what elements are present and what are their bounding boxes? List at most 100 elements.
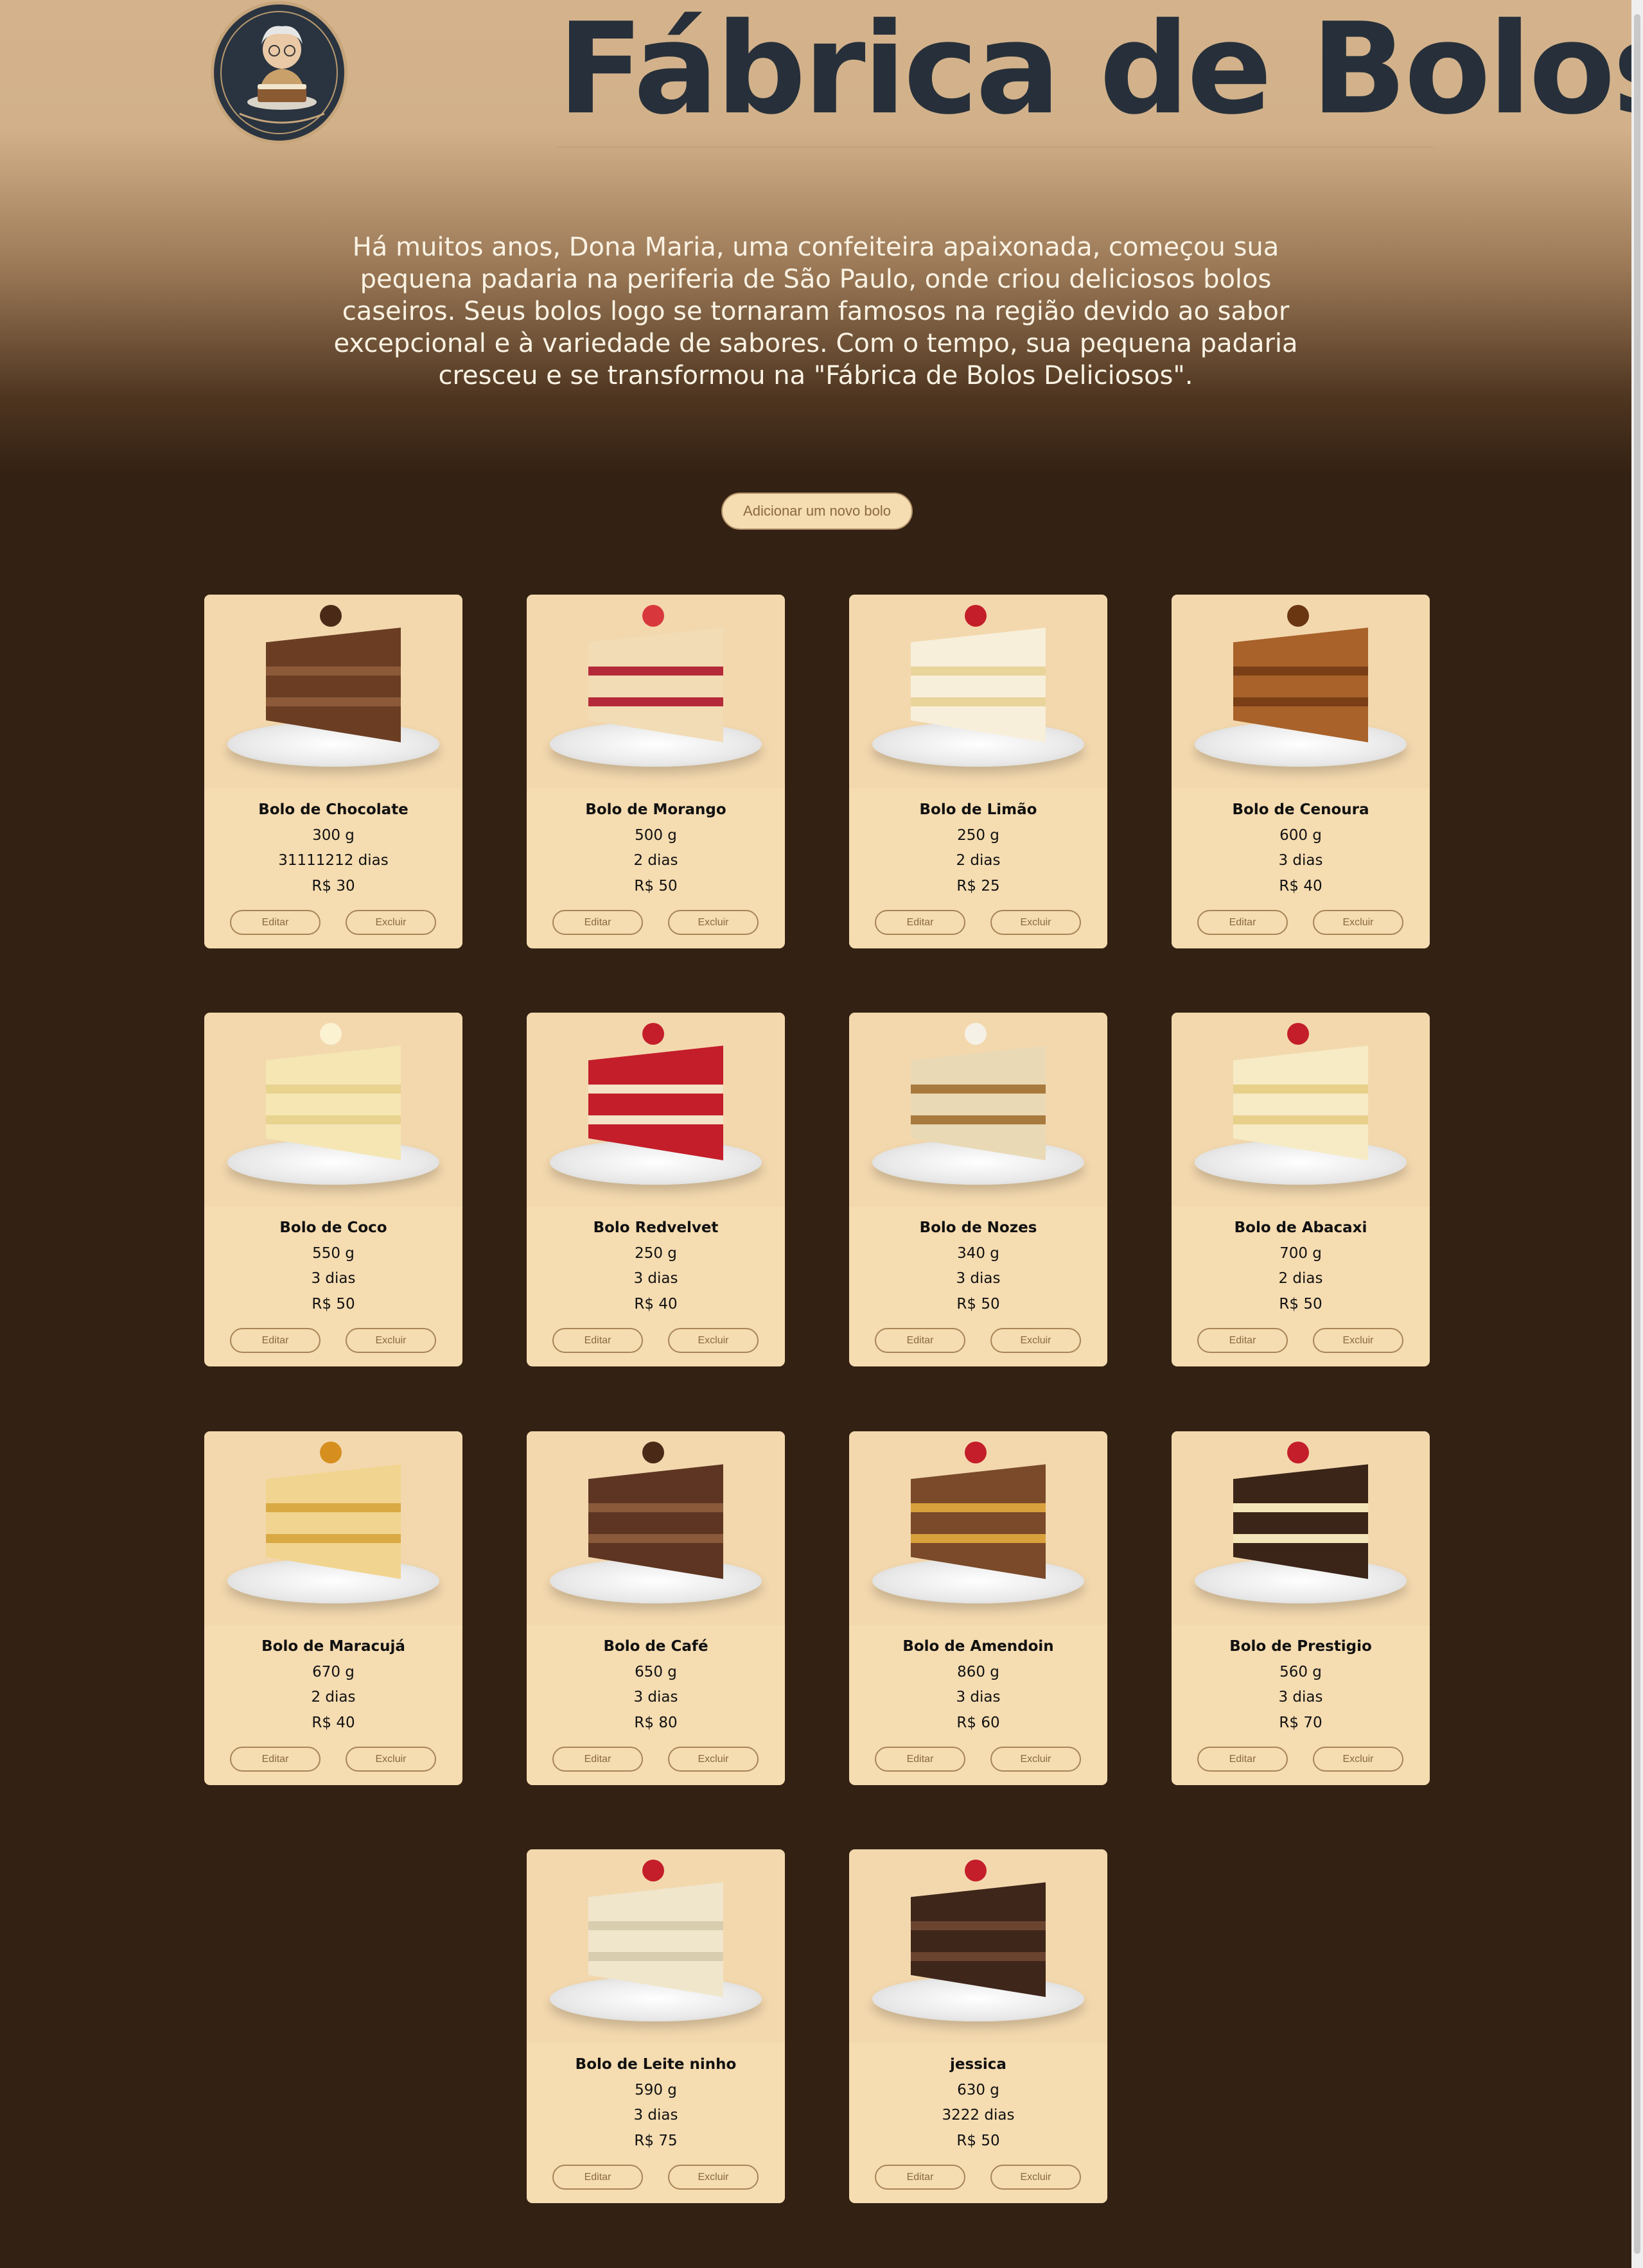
cake-layer-shape: [588, 1085, 723, 1094]
delete-button[interactable]: Excluir: [668, 910, 759, 935]
cake-validity: 3 dias: [311, 1270, 356, 1287]
cake-image: [204, 1431, 462, 1625]
cake-image: [849, 595, 1107, 789]
cake-price: R$ 50: [634, 878, 678, 894]
cake-topper-shape: [965, 1442, 987, 1463]
hero-section: Fábrica de Bolos Há muitos anos, Dona Ma…: [0, 0, 1643, 475]
delete-button[interactable]: Excluir: [1313, 1328, 1403, 1353]
cake-weight: 670 g: [312, 1664, 355, 1680]
edit-button[interactable]: Editar: [230, 1328, 321, 1353]
cake-layer-shape: [588, 1952, 723, 1961]
delete-button[interactable]: Excluir: [668, 1328, 759, 1353]
title-divider: [558, 146, 1434, 148]
cake-image: [527, 1013, 785, 1207]
cake-card: Bolo de Morango 500 g 2 dias R$ 50 Editar Exc…: [527, 595, 785, 948]
cake-card: jessica 630 g 3222 dias R$ 50 Editar Excluir: [849, 1849, 1107, 2203]
cake-name: Bolo de Maracujá: [261, 1638, 405, 1655]
cake-card: Bolo de Amendoin 860 g 3 dias R$ 60 Editar Ex…: [849, 1431, 1107, 1785]
delete-button[interactable]: Excluir: [990, 1747, 1081, 1772]
cake-card: Bolo de Leite ninho 590 g 3 dias R$ 75 Edita…: [527, 1849, 785, 2203]
cake-layer-shape: [911, 1115, 1046, 1124]
cake-layer-shape: [588, 697, 723, 706]
cake-card: Bolo de Abacaxi 700 g 2 dias R$ 50 Editar Exc…: [1172, 1013, 1430, 1366]
cake-layer-shape: [588, 1534, 723, 1543]
edit-button[interactable]: Editar: [230, 1747, 321, 1772]
cake-image: [204, 1013, 462, 1207]
cake-name: Bolo de Café: [603, 1638, 708, 1655]
delete-button[interactable]: Excluir: [990, 910, 1081, 935]
edit-button[interactable]: Editar: [875, 1328, 965, 1353]
delete-button[interactable]: Excluir: [990, 1328, 1081, 1353]
delete-button[interactable]: Excluir: [346, 1747, 436, 1772]
cake-validity: 2 dias: [956, 852, 1001, 869]
cake-name: Bolo de Limão: [919, 801, 1037, 818]
cake-topper-shape: [642, 1023, 664, 1045]
edit-button[interactable]: Editar: [1197, 1747, 1288, 1772]
cake-layer-shape: [266, 1503, 401, 1512]
cake-topper-shape: [965, 1860, 987, 1881]
cake-validity: 31111212 dias: [278, 852, 389, 869]
baker-grandma-logo-icon: [211, 1, 347, 144]
cake-card: Bolo de Café 650 g 3 dias R$ 80 Editar Exclui…: [527, 1431, 785, 1785]
cake-validity: 2 dias: [1278, 1270, 1323, 1287]
cake-validity: 3 dias: [1278, 852, 1323, 869]
edit-button[interactable]: Editar: [552, 2165, 643, 2190]
cake-card: Bolo de Cenoura 600 g 3 dias R$ 40 Editar Exc…: [1172, 595, 1430, 948]
cake-weight: 300 g: [312, 827, 355, 844]
cake-layer-shape: [911, 1503, 1046, 1512]
cake-name: Bolo Redvelvet: [593, 1219, 719, 1236]
cake-validity: 3 dias: [633, 1689, 678, 1705]
cake-topper-shape: [1287, 605, 1309, 627]
delete-button[interactable]: Excluir: [346, 1328, 436, 1353]
cake-weight: 590 g: [635, 2082, 677, 2098]
add-cake-button[interactable]: Adicionar um novo bolo: [721, 493, 913, 530]
edit-button[interactable]: Editar: [552, 910, 643, 935]
cake-weight: 250 g: [957, 827, 999, 844]
cake-validity: 3 dias: [633, 2107, 678, 2124]
cake-layer-shape: [1233, 697, 1368, 706]
cake-weight: 500 g: [635, 827, 677, 844]
cake-name: Bolo de Cenoura: [1232, 801, 1369, 818]
edit-button[interactable]: Editar: [875, 910, 965, 935]
cake-weight: 700 g: [1279, 1245, 1322, 1262]
delete-button[interactable]: Excluir: [668, 2165, 759, 2190]
cake-image: [204, 595, 462, 789]
cake-price: R$ 60: [956, 1714, 1000, 1731]
edit-button[interactable]: Editar: [552, 1747, 643, 1772]
cake-validity: 3 dias: [633, 1270, 678, 1287]
scrollbar-thumb[interactable]: [1634, 14, 1640, 2254]
delete-button[interactable]: Excluir: [990, 2165, 1081, 2190]
page-scrollbar[interactable]: [1631, 0, 1643, 2268]
cake-image: [1172, 595, 1430, 789]
delete-button[interactable]: Excluir: [346, 910, 436, 935]
cake-layer-shape: [588, 1503, 723, 1512]
cake-validity: 3 dias: [956, 1689, 1001, 1705]
edit-button[interactable]: Editar: [1197, 1328, 1288, 1353]
cake-weight: 550 g: [312, 1245, 355, 1262]
cake-image: [527, 1849, 785, 2043]
cake-layer-shape: [1233, 1503, 1368, 1512]
delete-button[interactable]: Excluir: [1313, 1747, 1403, 1772]
cake-topper-shape: [320, 1023, 342, 1045]
edit-button[interactable]: Editar: [875, 1747, 965, 1772]
cake-price: R$ 80: [634, 1714, 678, 1731]
cake-layer-shape: [1233, 1534, 1368, 1543]
delete-button[interactable]: Excluir: [1313, 910, 1403, 935]
edit-button[interactable]: Editar: [875, 2165, 965, 2190]
edit-button[interactable]: Editar: [552, 1328, 643, 1353]
cake-weight: 650 g: [635, 1664, 677, 1680]
cake-weight: 860 g: [957, 1664, 999, 1680]
cake-layer-shape: [911, 1534, 1046, 1543]
cake-topper-shape: [320, 1442, 342, 1463]
cake-validity: 2 dias: [311, 1689, 356, 1705]
edit-button[interactable]: Editar: [230, 910, 321, 935]
edit-button[interactable]: Editar: [1197, 910, 1288, 935]
cake-image: [1172, 1013, 1430, 1207]
cake-name: Bolo de Leite ninho: [575, 2056, 737, 2073]
cake-image: [527, 1431, 785, 1625]
cake-layer-shape: [911, 1921, 1046, 1930]
cake-card: Bolo de Nozes 340 g 3 dias R$ 50 Editar Exclu…: [849, 1013, 1107, 1366]
delete-button[interactable]: Excluir: [668, 1747, 759, 1772]
cake-validity: 3 dias: [956, 1270, 1001, 1287]
cake-weight: 560 g: [1279, 1664, 1322, 1680]
